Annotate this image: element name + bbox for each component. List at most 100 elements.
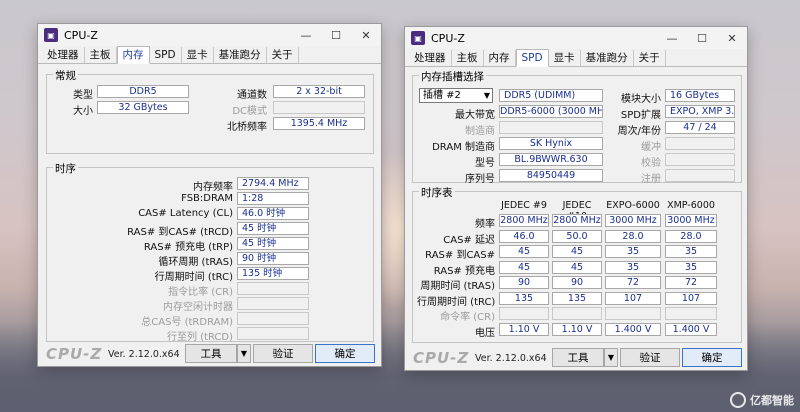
table-cell: 46.0	[499, 229, 549, 243]
maximize-icon[interactable]: ☐	[687, 27, 717, 49]
table-cell: 1.400 V	[665, 322, 717, 336]
table-cell	[665, 307, 717, 320]
cpuz-app-icon: ▣	[44, 28, 58, 42]
timing-value	[237, 297, 309, 310]
tab-mainboard[interactable]: 主板	[85, 47, 117, 63]
table-cell: 2800 MHz	[552, 214, 602, 227]
tab-bar: 处理器 主板 内存 SPD 显卡 基准跑分 关于	[405, 49, 747, 67]
tools-button[interactable]: 工具	[185, 344, 237, 363]
brand-logo: CPU-Z	[46, 345, 103, 363]
channels-value: 2 x 32-bit	[273, 85, 365, 98]
part-number-value: BL.9BWWR.630	[499, 153, 603, 166]
slot-select[interactable]: 插槽 #2 ▼	[419, 88, 493, 103]
registered-label: 注册	[641, 174, 661, 185]
title-bar: ▣ CPU-Z — ☐ ✕	[38, 24, 381, 46]
tools-button[interactable]: 工具	[552, 348, 604, 367]
max-bandwidth-value: DDR5-6000 (3000 MHz)	[499, 105, 603, 118]
table-cell: 35	[605, 260, 661, 274]
table-row-label: RAS# 到CAS#	[425, 250, 495, 261]
nb-freq-value: 1395.4 MHz	[273, 117, 365, 130]
tab-processor[interactable]: 处理器	[409, 50, 452, 66]
ok-button[interactable]: 确定	[682, 348, 742, 367]
tools-dropdown-icon[interactable]: ▼	[237, 344, 251, 363]
timing-value: 135 时钟	[237, 267, 309, 280]
tools-dropdown-icon[interactable]: ▼	[604, 348, 618, 367]
minimize-icon[interactable]: —	[291, 24, 321, 46]
tab-bench[interactable]: 基准跑分	[581, 50, 634, 66]
validate-button[interactable]: 验证	[253, 344, 313, 363]
slot-group-label: 内存插槽选择	[419, 69, 486, 84]
validate-button[interactable]: 验证	[620, 348, 680, 367]
table-cell: 28.0	[665, 229, 717, 243]
tab-about[interactable]: 关于	[267, 47, 299, 63]
module-size-label: 模块大小	[621, 94, 661, 105]
size-label: 大小	[73, 106, 93, 117]
table-cell: 135	[499, 291, 549, 305]
minimize-icon[interactable]: —	[657, 27, 687, 49]
spd-ext-value: EXPO, XMP 3.0	[665, 105, 735, 118]
nb-freq-label: 北桥频率	[227, 122, 267, 133]
close-icon[interactable]: ✕	[351, 24, 381, 46]
table-cell: 3000 MHz	[665, 214, 717, 227]
tab-memory[interactable]: 内存	[116, 46, 150, 64]
tab-about[interactable]: 关于	[634, 50, 666, 66]
table-cell: 35	[605, 245, 661, 258]
tab-graphics[interactable]: 显卡	[182, 47, 214, 63]
close-icon[interactable]: ✕	[717, 27, 747, 49]
manufacturer-label: 制造商	[465, 126, 495, 137]
table-column-header: EXPO-6000	[606, 200, 660, 211]
tab-spd[interactable]: SPD	[515, 49, 549, 67]
brand-logo: CPU-Z	[413, 349, 470, 367]
table-column-header: JEDEC #9	[501, 200, 547, 211]
buffered-label: 缓冲	[641, 142, 661, 153]
timings-group-label: 时序	[53, 161, 78, 176]
timing-label: RAS# 到CAS# (tRCD)	[127, 227, 233, 238]
timing-value: 45 时钟	[237, 237, 309, 250]
timing-label: 内存空闲计时器	[163, 302, 233, 313]
tab-memory[interactable]: 内存	[484, 50, 516, 66]
ok-button[interactable]: 确定	[315, 344, 375, 363]
table-row-label: 电压	[475, 327, 495, 339]
maximize-icon[interactable]: ☐	[321, 24, 351, 46]
tab-bench[interactable]: 基准跑分	[214, 47, 267, 63]
table-cell: 1.10 V	[552, 322, 602, 336]
correction-value	[665, 153, 735, 166]
slot-group: 内存插槽选择 插槽 #2 ▼ DDR5 (UDIMM) 模块大小 16 GByt…	[412, 69, 742, 185]
timing-label: FSB:DRAM	[181, 193, 233, 204]
table-cell: 90	[552, 276, 602, 289]
manufacturer-value	[499, 121, 603, 134]
timing-label: 总CAS号 (tRDRAM)	[141, 317, 233, 328]
timings-group: 时序 内存频率 2794.4 MHz FSB:DRAM 1:28 CAS# Latenc…	[46, 161, 374, 343]
watermark-text: 亿都智能	[750, 394, 794, 407]
type-value: DDR5	[97, 85, 189, 98]
dram-mfr-label: DRAM 制造商	[432, 142, 495, 153]
watermark-logo-icon	[730, 392, 746, 408]
tab-graphics[interactable]: 显卡	[549, 50, 581, 66]
tab-processor[interactable]: 处理器	[42, 47, 85, 63]
timing-value	[237, 312, 309, 325]
channels-label: 通道数	[237, 90, 267, 101]
footer-bar: CPU-Z Ver. 2.12.0.x64 工具 ▼ 验证 确定	[405, 346, 747, 370]
general-group-label: 常规	[53, 68, 78, 83]
timing-value: 46.0 时钟	[237, 207, 309, 220]
tab-bar: 处理器 主板 内存 SPD 显卡 基准跑分 关于	[38, 46, 381, 64]
table-row-label: 周期时间 (tRAS)	[420, 281, 495, 292]
table-cell	[552, 307, 602, 320]
table-cell: 72	[665, 276, 717, 289]
module-size-value: 16 GBytes	[665, 89, 735, 102]
watermark: 亿都智能	[730, 392, 794, 408]
part-number-label: 型号	[475, 158, 495, 169]
timing-label: CAS# Latency (CL)	[138, 208, 233, 219]
timing-value: 45 时钟	[237, 222, 309, 235]
table-cell: 107	[665, 291, 717, 305]
dc-mode-label: DC模式	[232, 106, 267, 117]
table-cell: 1.400 V	[605, 322, 661, 336]
tab-spd[interactable]: SPD	[150, 47, 182, 63]
tab-mainboard[interactable]: 主板	[452, 50, 484, 66]
timing-value	[237, 327, 309, 340]
table-column-header: XMP-6000	[667, 200, 715, 211]
table-cell	[499, 307, 549, 320]
timing-value: 2794.4 MHz	[237, 177, 309, 190]
window-title: CPU-Z	[64, 28, 98, 42]
size-value: 32 GBytes	[97, 101, 189, 114]
